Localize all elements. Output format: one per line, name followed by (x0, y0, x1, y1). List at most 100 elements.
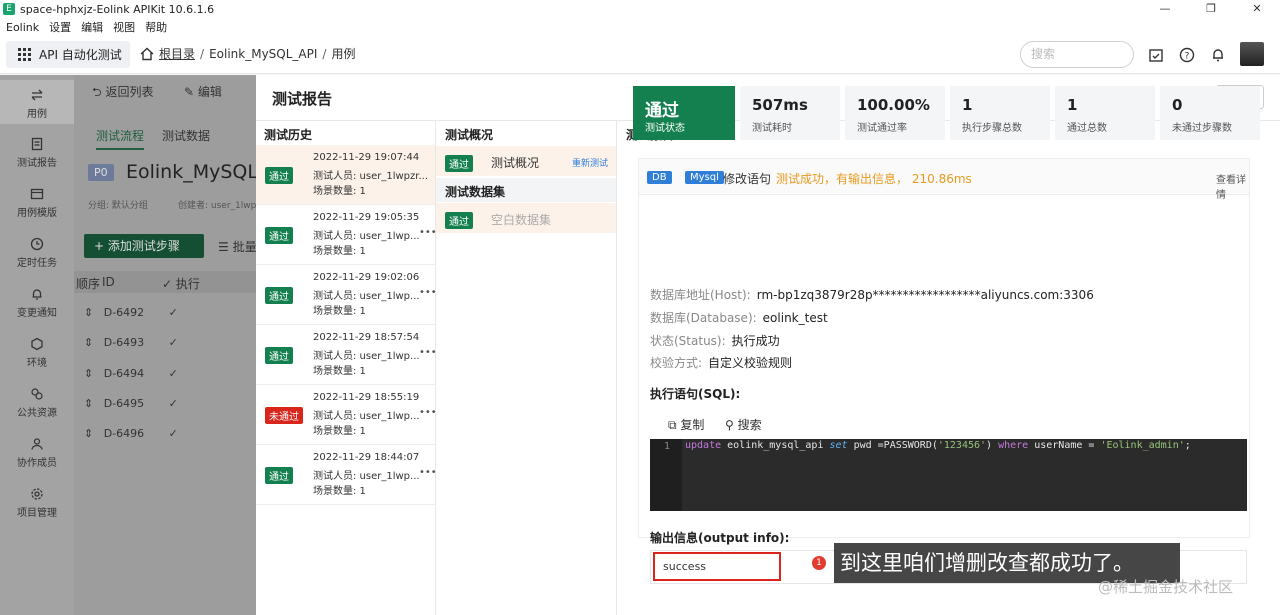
clock-icon (30, 237, 44, 251)
sidebar-item-reports[interactable]: 测试报告 (0, 137, 74, 169)
menu-help[interactable]: 帮助 (145, 19, 167, 35)
search-code-button[interactable]: ⚲ 搜索 (725, 416, 762, 433)
history-time: 2022-11-29 18:57:54 (313, 332, 420, 343)
swap-icon (31, 89, 43, 101)
more-icon[interactable]: ••• (419, 287, 437, 298)
history-item[interactable]: 通过 2022-11-29 18:44:07 测试人员: user_1lwp... 场… (256, 445, 437, 505)
sql-line: update eolink_mysql_api set pwd =PASSWOR… (685, 440, 1191, 451)
history-time: 2022-11-29 19:02:06 (313, 272, 420, 283)
db-status: 状态(Status): 执行成功 (650, 334, 780, 348)
output-value: success (653, 552, 781, 581)
help-icon[interactable]: ? (1179, 47, 1195, 63)
history-item[interactable]: 通过 2022-11-29 19:02:06 测试人员: user_1lwp... 场… (256, 265, 437, 325)
more-icon[interactable]: ••• (419, 347, 437, 358)
more-icon[interactable]: ••• (419, 227, 437, 238)
dataset-row[interactable]: 通过 空白数据集 (436, 203, 616, 233)
stat-total-steps: 1 执行步骤总数 (950, 86, 1050, 140)
history-scene-count: 场景数量: 1 (313, 426, 366, 437)
stat-failed: 0 未通过步骤数 (1160, 86, 1260, 140)
back-to-list-button[interactable]: ⮌ 返回列表 (92, 83, 153, 104)
minimize-button[interactable]: — (1142, 0, 1188, 18)
module-switch-button[interactable]: API 自动化测试 (6, 41, 130, 68)
stat-label: 测试耗时 (752, 123, 792, 134)
history-tester: 测试人员: user_1lwp... (313, 471, 420, 482)
mysql-tag: Mysql (685, 171, 724, 184)
table-row[interactable]: ⇕ D-6492 ✓ (84, 306, 178, 319)
tab-test-data[interactable]: 测试数据 (162, 127, 210, 144)
history-scene-count: 场景数量: 1 (313, 186, 366, 197)
breadcrumb-api[interactable]: Eolink_MySQL_API (209, 47, 317, 61)
stat-status: 通过 测试状态 (633, 86, 735, 140)
history-time: 2022-11-29 18:44:07 (313, 452, 420, 463)
sidebar-item-schedule[interactable]: 定时任务 (0, 237, 74, 269)
menu-edit[interactable]: 编辑 (81, 19, 103, 35)
history-item[interactable]: 通过 2022-11-29 19:07:44 测试人员: user_1lwpzr..… (256, 145, 435, 205)
history-title: 测试历史 (264, 128, 313, 142)
home-icon (140, 47, 154, 60)
sidebar-item-resources[interactable]: 公共资源 (0, 387, 74, 419)
sidebar-item-templates[interactable]: 用例模版 (0, 187, 74, 219)
sidebar-item-environment[interactable]: 环境 (0, 337, 74, 369)
menu-settings[interactable]: 设置 (49, 19, 71, 35)
sidebar-item-cases[interactable]: 用例 (0, 80, 74, 124)
history-scene-count: 场景数量: 1 (313, 246, 366, 257)
history-tester: 测试人员: user_1lwp... (313, 231, 420, 242)
sidebar-item-notifications[interactable]: 变更通知 (0, 287, 74, 319)
overview-title: 测试概况 (445, 128, 494, 142)
priority-badge: P0 (88, 164, 114, 181)
stat-label: 执行步骤总数 (962, 123, 1022, 134)
case-workspace: ⮌ 返回列表 ✎ 编辑 测试流程 测试数据 P0 Eolink_MySQL 分组… (74, 75, 256, 615)
history-item[interactable]: 未通过 2022-11-29 18:55:19 测试人员: user_1lwp...… (256, 385, 437, 445)
search-input[interactable]: 搜索 (1020, 41, 1134, 68)
tab-test-flow[interactable]: 测试流程 (96, 127, 145, 150)
history-scene-count: 场景数量: 1 (313, 306, 366, 317)
breadcrumb-root[interactable]: 根目录 (159, 45, 195, 62)
svg-text:?: ? (1185, 52, 1190, 62)
menu-bar: Eolink 设置 编辑 视图 帮助 (0, 18, 1280, 36)
copy-icon: ⧉ (668, 418, 677, 432)
history-item[interactable]: 通过 2022-11-29 19:05:35 测试人员: user_1lwp... 场… (256, 205, 437, 265)
sidebar-item-members[interactable]: 协作成员 (0, 437, 74, 469)
sidebar-item-label: 定时任务 (17, 258, 57, 269)
table-row[interactable]: ⇕ D-6495 ✓ (84, 397, 178, 410)
stat-label: 测试通过率 (857, 123, 907, 134)
grid-icon (18, 48, 31, 61)
view-detail-link[interactable]: 查看详情 (1216, 171, 1249, 201)
watermark: @稀土掘金技术社区 (1098, 578, 1234, 596)
calendar-check-icon[interactable] (1148, 47, 1164, 63)
batch-button[interactable]: ☰ 批量 (218, 238, 256, 255)
menu-eolink[interactable]: Eolink (6, 21, 39, 34)
more-icon[interactable]: ••• (419, 467, 437, 478)
avatar[interactable] (1240, 42, 1264, 66)
more-icon[interactable]: ••• (419, 407, 437, 418)
status-badge: 通过 (265, 167, 293, 184)
sidebar-item-project[interactable]: 项目管理 (0, 487, 74, 519)
line-number: 1 (650, 439, 682, 511)
members-icon (31, 438, 43, 450)
stat-pass-rate: 100.00% 测试通过率 (845, 86, 945, 140)
status-badge: 通过 (265, 467, 293, 484)
environment-icon (31, 337, 43, 351)
sql-code-editor[interactable]: 1 update eolink_mysql_api set pwd =PASSW… (650, 439, 1247, 511)
table-row[interactable]: ⇕ D-6493 ✓ (84, 336, 178, 349)
close-window-button[interactable]: ✕ (1234, 0, 1280, 18)
settings-icon (31, 488, 43, 500)
table-row[interactable]: ⇕ D-6496 ✓ (84, 427, 178, 440)
bell-icon[interactable] (1210, 47, 1226, 63)
history-column: 测试历史 通过 2022-11-29 19:07:44 测试人员: user_1lw… (256, 121, 437, 615)
app-logo-icon: E (3, 3, 15, 15)
history-item[interactable]: 通过 2022-11-29 18:57:54 测试人员: user_1lwp... 场… (256, 325, 437, 385)
menu-view[interactable]: 视图 (113, 19, 135, 35)
add-test-step-button[interactable]: + 添加测试步骤 (84, 234, 204, 258)
retest-link[interactable]: 重新测试 (572, 156, 608, 169)
table-row[interactable]: ⇕ D-6494 ✓ (84, 367, 178, 380)
maximize-button[interactable]: ❐ (1188, 0, 1234, 18)
history-scene-count: 场景数量: 1 (313, 366, 366, 377)
copy-button[interactable]: ⧉ 复制 (668, 416, 704, 433)
history-tester: 测试人员: user_1lwpzr... (313, 171, 429, 182)
status-badge: 通过 (445, 155, 473, 172)
status-badge: 通过 (265, 347, 293, 364)
edit-button[interactable]: ✎ 编辑 (184, 83, 222, 100)
history-tester: 测试人员: user_1lwp... (313, 351, 420, 362)
overview-row[interactable]: 通过 测试概况 重新测试 (436, 146, 616, 176)
